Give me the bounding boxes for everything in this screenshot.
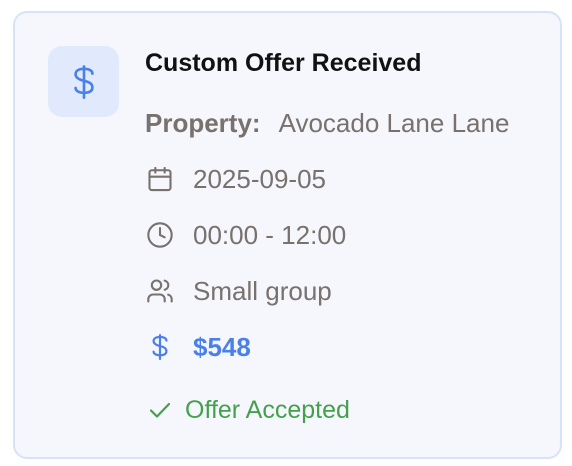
users-icon: [145, 276, 175, 306]
offer-card: Custom Offer Received Property: Avocado …: [13, 11, 562, 459]
dollar-icon-badge: [48, 46, 119, 117]
clock-icon: [145, 220, 175, 250]
group-row: Small group: [145, 274, 332, 308]
check-icon: [145, 395, 175, 425]
property-row: Property: Avocado Lane Lane: [145, 106, 509, 140]
offer-title: Custom Offer Received: [145, 49, 422, 77]
dollar-icon: [73, 64, 94, 99]
time-row: 00:00 - 12:00: [145, 218, 346, 252]
price-row: $548: [145, 330, 251, 364]
date-row: 2025-09-05: [145, 162, 326, 196]
group-value: Small group: [193, 275, 332, 306]
status-text: Offer Accepted: [185, 395, 350, 424]
price-value: $548: [193, 331, 251, 362]
property-label: Property:: [145, 107, 261, 138]
calendar-icon: [145, 164, 175, 194]
dollar-icon: [145, 332, 175, 362]
status-row: Offer Accepted: [145, 393, 350, 427]
date-value: 2025-09-05: [193, 163, 326, 194]
time-value: 00:00 - 12:00: [193, 219, 347, 250]
property-value: Avocado Lane Lane: [278, 107, 510, 138]
